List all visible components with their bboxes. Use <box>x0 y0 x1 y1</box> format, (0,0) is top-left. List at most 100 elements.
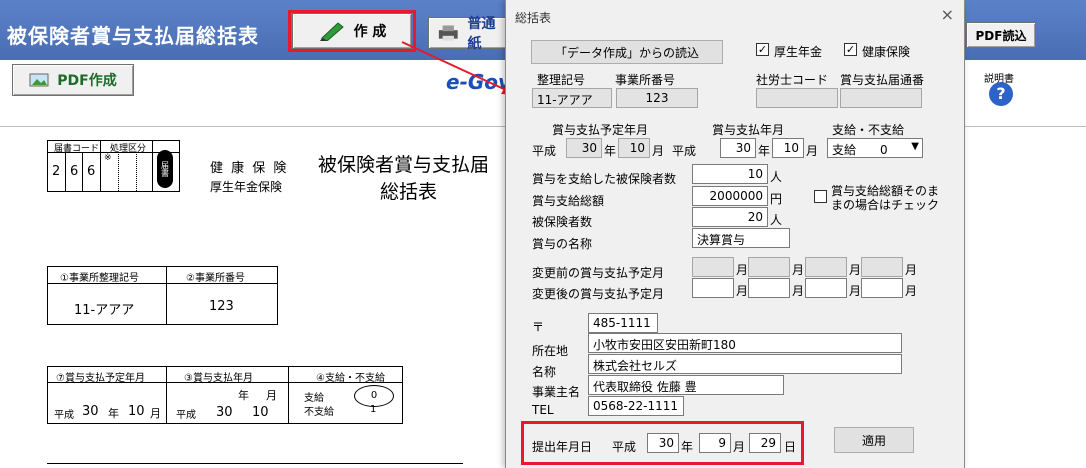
paid-month: 10 <box>252 405 269 420</box>
after-month-unit-3: 月 <box>849 284 862 298</box>
plan-year-unit: 年 <box>108 407 119 420</box>
form-stamp: 届書 <box>157 150 173 188</box>
pay-option-2-value: 1 <box>370 404 377 415</box>
office-no-header: ②事業所番号 <box>186 273 245 284</box>
office-no-value: 123 <box>209 299 234 314</box>
create-highlight-frame <box>288 10 416 52</box>
paid-era: 平成 <box>176 410 196 421</box>
pay-select[interactable]: 支給 0 ▼ <box>827 138 923 158</box>
tel-label: TEL <box>532 403 554 417</box>
sheet-title-1: 被保険者賞与支払届 <box>318 154 490 176</box>
plan-month: 10 <box>128 404 145 419</box>
total-field[interactable]: 2000000 <box>692 186 768 206</box>
code-digit-2: 6 <box>70 164 79 179</box>
company-name-field[interactable]: 株式会社セルズ <box>588 354 902 374</box>
before-month-unit-1: 月 <box>736 263 749 277</box>
office-no-field[interactable]: 123 <box>616 88 698 108</box>
pension-checkbox-label: 厚生年金 <box>774 45 823 59</box>
keep-total-label: 賞与支給総額そのま まの場合はチェック <box>831 184 940 212</box>
plan-month-field[interactable]: 10 <box>618 138 650 158</box>
zip-field[interactable]: 485-1111 <box>588 313 658 333</box>
after-month-field-1[interactable] <box>692 278 734 298</box>
pdf-create-label: PDF作成 <box>57 73 117 89</box>
help-icon[interactable]: ? <box>989 82 1013 106</box>
sheet-title-2: 総括表 <box>380 181 438 203</box>
after-month-field-3[interactable] <box>805 278 847 298</box>
office-no-label: 事業所番号 <box>615 73 676 87</box>
chevron-down-icon[interactable]: ▼ <box>911 141 919 152</box>
plan-era-label: 平成 <box>532 144 557 158</box>
submit-year-field[interactable]: 30 <box>647 433 679 453</box>
before-month-field-1[interactable] <box>692 257 734 277</box>
submit-month-unit: 月 <box>733 440 746 454</box>
paid-month-field[interactable]: 10 <box>772 138 804 158</box>
payment-table: ⑦賞与支払予定年月 ③賞与支払年月 ④支給・不支給 平成 30 年 10 月 平… <box>47 366 403 424</box>
plan-month-unit: 月 <box>150 407 161 420</box>
count-paid-label: 賞与を支給した被保険者数 <box>532 172 677 186</box>
total-label: 賞与支給総額 <box>532 194 605 208</box>
after-month-label: 変更後の賞与支払予定月 <box>532 287 665 301</box>
sharoushi-code-label: 社労士コード <box>756 73 829 87</box>
insured-unit: 人 <box>770 213 783 227</box>
address-field[interactable]: 小牧市安田区安田新町180 <box>588 333 902 353</box>
pdf-create-button[interactable]: PDF作成 <box>12 64 134 96</box>
bonus-name-field[interactable]: 決算賞与 <box>692 228 790 248</box>
paid-ym-label: 賞与支払年月 <box>712 123 785 137</box>
office-code-value: 11-アアア <box>74 303 135 318</box>
after-month-unit-4: 月 <box>905 284 918 298</box>
insured-field[interactable]: 20 <box>692 207 768 227</box>
pay-header: ④支給・不支給 <box>316 373 385 384</box>
code-digit-3: 6 <box>87 164 96 179</box>
pay-option-2: 不支給 <box>304 407 334 418</box>
insurance-health: 健 康 保 険 <box>210 161 289 176</box>
notification-no-field[interactable] <box>840 88 922 108</box>
load-from-data-button[interactable]: 「データ作成」からの読込 <box>531 40 723 64</box>
company-name-label: 名称 <box>532 365 557 379</box>
submit-day-field[interactable]: 29 <box>749 433 781 453</box>
close-icon[interactable]: × <box>941 5 954 24</box>
after-month-field-4[interactable] <box>861 278 903 298</box>
health-checkbox-label: 健康保険 <box>862 45 911 59</box>
sheet-bottom-line <box>47 463 463 464</box>
office-code-header: ①事業所整理記号 <box>60 273 139 284</box>
insurance-pension: 厚生年金保険 <box>210 180 283 194</box>
owner-field[interactable]: 代表取締役 佐藤 豊 <box>588 375 784 395</box>
tel-field[interactable]: 0568-22-1111 <box>588 396 684 416</box>
before-month-field-3[interactable] <box>805 257 847 277</box>
plan-year-field[interactable]: 30 <box>566 138 602 158</box>
submit-year-unit: 年 <box>681 440 694 454</box>
plan-ym-label: 賞与支払予定年月 <box>552 123 649 137</box>
plan-month-unit: 月 <box>652 144 665 158</box>
apply-button[interactable]: 適用 <box>834 427 914 453</box>
after-month-field-2[interactable] <box>748 278 790 298</box>
after-month-unit-2: 月 <box>792 284 805 298</box>
paid-era-label: 平成 <box>672 144 697 158</box>
submit-day-unit: 日 <box>784 440 797 454</box>
before-month-unit-4: 月 <box>905 263 918 277</box>
count-paid-field[interactable]: 10 <box>692 164 768 184</box>
pay-label: 支給・不支給 <box>832 123 905 137</box>
paid-year-unit: 年 <box>758 144 771 158</box>
before-month-field-2[interactable] <box>748 257 790 277</box>
paid-year-field[interactable]: 30 <box>720 138 756 158</box>
health-checkbox[interactable]: ✓ <box>844 43 857 56</box>
pension-checkbox[interactable]: ✓ <box>756 43 769 56</box>
total-unit: 円 <box>770 192 783 206</box>
submit-month-field[interactable]: 9 <box>699 433 731 453</box>
summary-dialog: 総括表 × 「データ作成」からの読込 ✓ 厚生年金 ✓ 健康保険 整理記号 事業… <box>505 0 965 468</box>
pointer-arrow-icon <box>401 41 516 95</box>
paid-month-unit: 月 <box>266 389 277 402</box>
paid-ym-header: ③賞与支払年月 <box>184 373 253 384</box>
keep-total-checkbox[interactable] <box>814 190 827 203</box>
pdf-read-label: PDF読込 <box>975 28 1027 43</box>
before-month-unit-2: 月 <box>792 263 805 277</box>
office-code-field[interactable]: 11-アアア <box>532 88 612 108</box>
pdf-read-button[interactable]: PDF読込 <box>966 22 1036 48</box>
office-code-label: 整理記号 <box>537 73 586 87</box>
form-code-box: 届書コード 処理区分 2 6 6 ※ 届書 <box>47 140 180 192</box>
zip-mark: 〒 <box>532 320 545 334</box>
address-label: 所在地 <box>532 344 569 358</box>
before-month-field-4[interactable] <box>861 257 903 277</box>
bonus-name-label: 賞与の名称 <box>532 237 593 251</box>
sharoushi-code-field[interactable] <box>756 88 838 108</box>
